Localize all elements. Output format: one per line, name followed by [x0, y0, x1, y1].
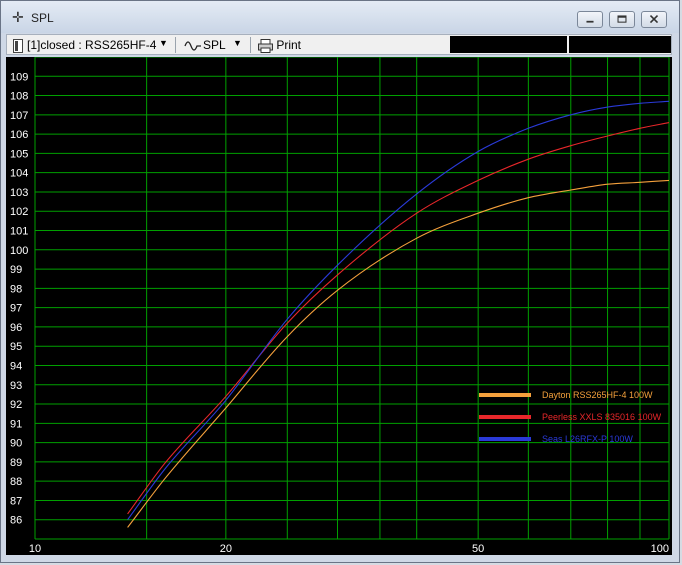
- title-bar[interactable]: ✛ SPL: [1, 1, 679, 33]
- view-select[interactable]: SPL: [203, 37, 226, 53]
- x-axis-ticks: 10 20 50 100: [29, 543, 669, 555]
- print-label: Print: [276, 38, 302, 52]
- y-tick-label: 103: [10, 187, 28, 199]
- y-tick-label: 108: [10, 91, 28, 103]
- y-tick-label: 105: [10, 148, 28, 160]
- waveform-icon: [184, 37, 202, 53]
- y-tick-label: 89: [10, 457, 22, 469]
- x-tick-label: 10: [29, 543, 41, 555]
- y-tick-label: 109: [10, 71, 28, 83]
- y-tick-label: 100: [10, 245, 28, 257]
- spl-plot-area[interactable]: 86 87 88 89 90 91 92 93 94 95 96 97 98 99 100 101 102 103…: [6, 56, 672, 555]
- view-select-value: SPL: [203, 38, 226, 52]
- y-tick-label: 101: [10, 226, 28, 238]
- print-button[interactable]: Print: [258, 37, 301, 53]
- toolbar-divider: [250, 37, 251, 53]
- status-field-left: [450, 36, 567, 53]
- y-tick-label: 99: [10, 264, 22, 276]
- y-tick-label: 87: [10, 495, 22, 507]
- x-tick-label: 50: [472, 543, 484, 555]
- y-tick-label: 96: [10, 322, 22, 334]
- y-tick-label: 107: [10, 110, 28, 122]
- legend-label: Dayton RSS265HF-4 100W: [542, 390, 653, 400]
- project-dropdown-arrow-icon[interactable]: ▼: [159, 35, 168, 51]
- close-button[interactable]: [641, 11, 667, 28]
- y-tick-label: 102: [10, 206, 28, 218]
- toolbar: [1]closed : RSS265HF-4 ▼ SPL ▼ Print: [6, 34, 672, 55]
- close-icon: [649, 14, 659, 24]
- y-axis-ticks: 86 87 88 89 90 91 92 93 94 95 96 97 98 99 100 101 102 103…: [10, 71, 28, 526]
- y-tick-label: 106: [10, 129, 28, 141]
- y-tick-label: 97: [10, 303, 22, 315]
- y-tick-label: 93: [10, 380, 22, 392]
- y-tick-label: 92: [10, 399, 22, 411]
- maximize-icon: [617, 15, 627, 23]
- legend-swatch: [479, 415, 531, 419]
- minimize-icon: [586, 20, 594, 23]
- y-tick-label: 86: [10, 515, 22, 527]
- series-line: [127, 122, 669, 515]
- y-tick-label: 90: [10, 438, 22, 450]
- legend-label: Seas L26RFX-P 100W: [542, 434, 633, 444]
- y-tick-label: 88: [10, 476, 22, 488]
- y-tick-label: 104: [10, 168, 28, 180]
- y-tick-label: 98: [10, 283, 22, 295]
- view-dropdown-arrow-icon[interactable]: ▼: [233, 35, 242, 51]
- project-select[interactable]: [1]closed : RSS265HF-4: [27, 37, 156, 53]
- chart-series: [127, 100, 669, 528]
- project-select-value: [1]closed : RSS265HF-4: [27, 38, 157, 52]
- spl-chart[interactable]: 86 87 88 89 90 91 92 93 94 95 96 97 98 99 100 101 102 103…: [6, 56, 672, 555]
- chart-legend: Dayton RSS265HF-4 100W Peerless XXLS 8350…: [479, 390, 662, 444]
- status-field-right: [569, 36, 671, 53]
- spl-window: ✛ SPL [1]closed : RSS265HF-4 ▼ SPL ▼ Pri…: [0, 0, 680, 563]
- y-tick-label: 94: [10, 360, 22, 372]
- legend-swatch: [479, 437, 531, 441]
- window-title: SPL: [31, 11, 54, 25]
- x-tick-label: 20: [220, 543, 232, 555]
- x-tick-label: 100: [651, 543, 669, 555]
- document-icon: [13, 37, 23, 53]
- series-line: [127, 100, 669, 521]
- chart-grid: [34, 56, 670, 540]
- legend-label: Peerless XXLS 835016 100W: [542, 412, 662, 422]
- series-line: [127, 179, 669, 528]
- maximize-button[interactable]: [609, 11, 635, 28]
- legend-swatch: [479, 393, 531, 397]
- toolbar-divider: [175, 37, 176, 53]
- minimize-button[interactable]: [577, 11, 603, 28]
- y-tick-label: 91: [10, 418, 22, 430]
- crosshair-icon: ✛: [12, 9, 24, 25]
- y-tick-label: 95: [10, 341, 22, 353]
- printer-icon: [258, 38, 273, 53]
